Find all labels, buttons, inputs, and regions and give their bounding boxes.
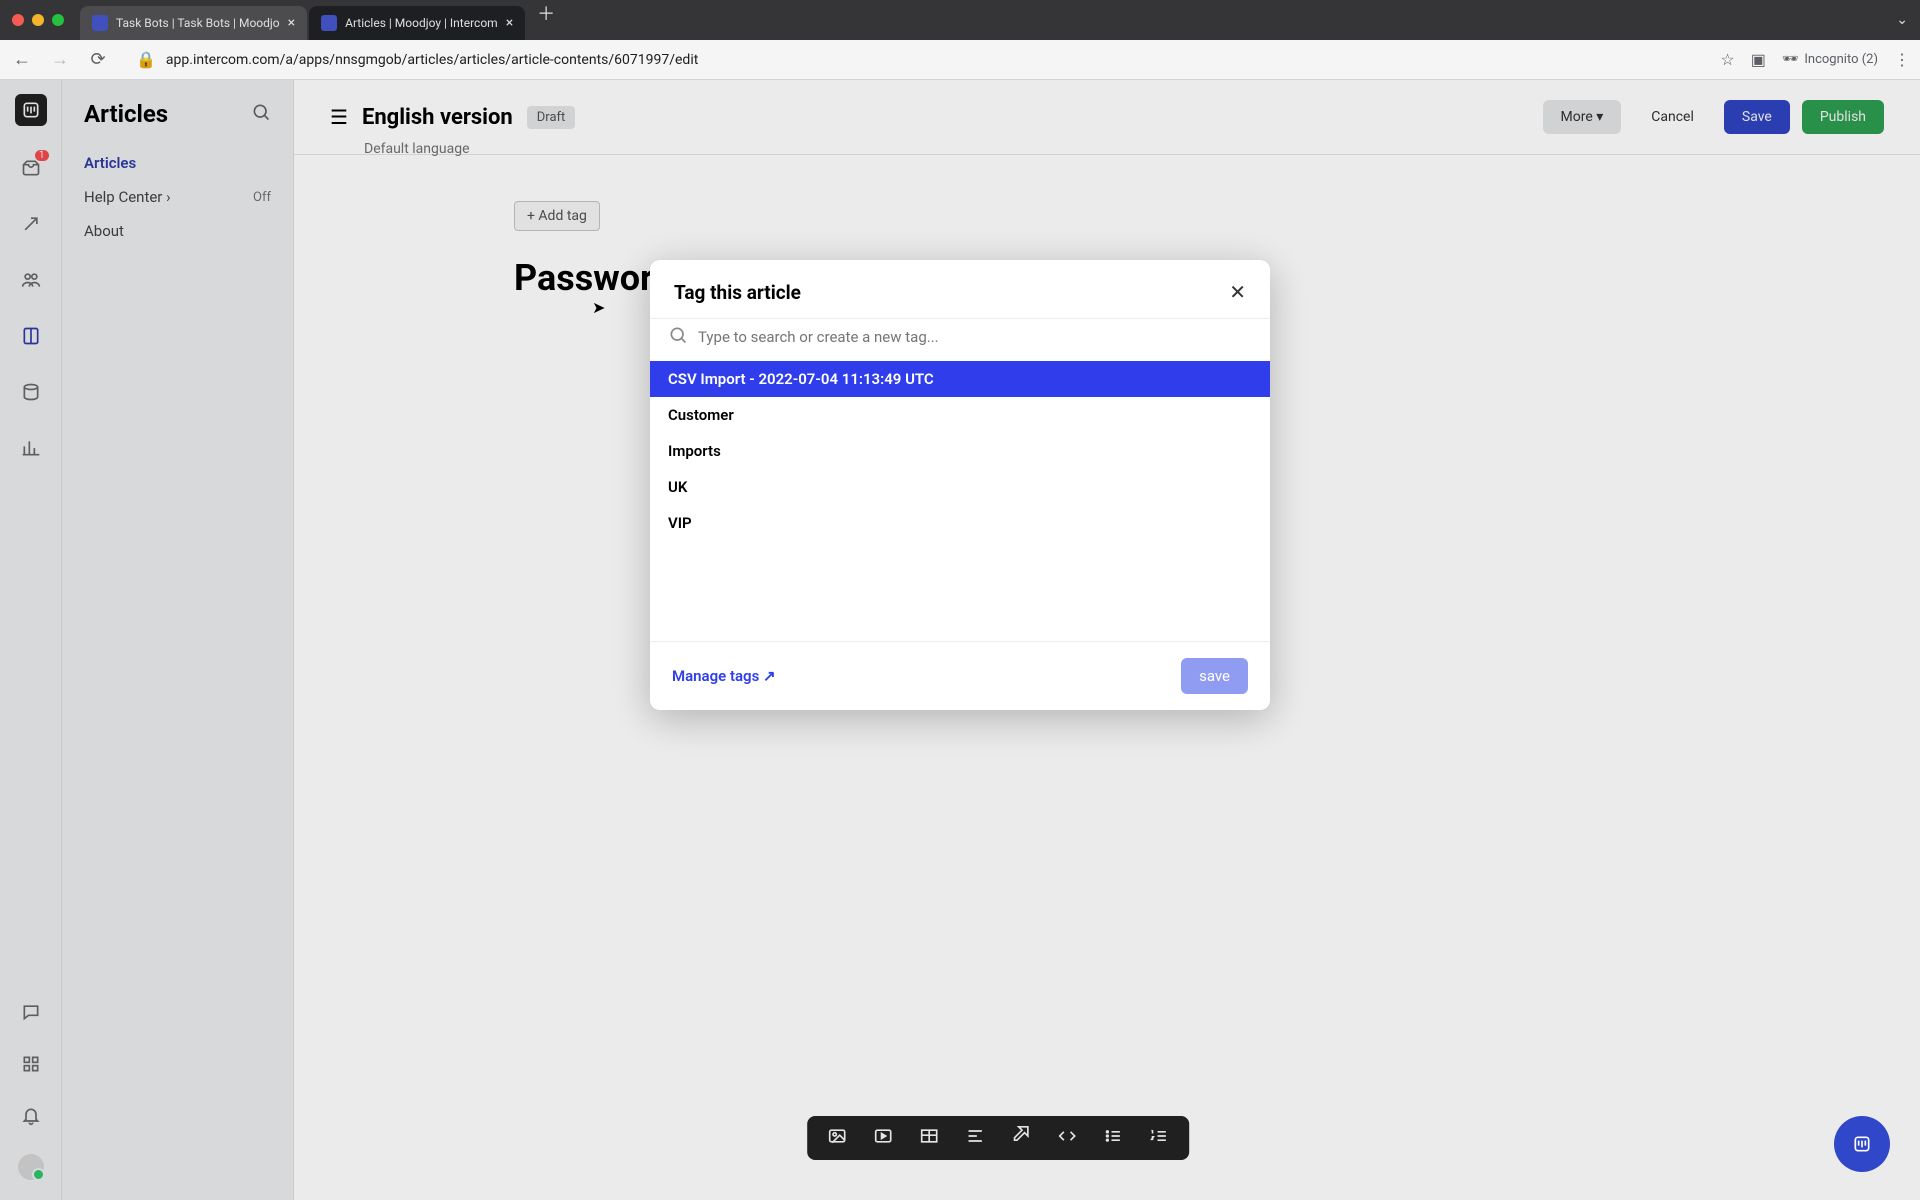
modal-overlay[interactable]: Tag this article ✕ CSV Import - 2022-07-…: [0, 0, 1920, 1200]
close-icon[interactable]: ✕: [1229, 280, 1246, 304]
tag-option[interactable]: UK: [650, 469, 1270, 505]
tag-option[interactable]: CSV Import - 2022-07-04 11:13:49 UTC: [650, 361, 1270, 397]
search-icon: [668, 325, 688, 349]
tag-option[interactable]: Customer: [650, 397, 1270, 433]
modal-search: [650, 318, 1270, 361]
tag-option[interactable]: VIP: [650, 505, 1270, 541]
modal-title: Tag this article: [674, 281, 801, 304]
tag-option[interactable]: Imports: [650, 433, 1270, 469]
tag-modal: Tag this article ✕ CSV Import - 2022-07-…: [650, 260, 1270, 710]
modal-save-button[interactable]: save: [1181, 658, 1248, 694]
tag-search-input[interactable]: [698, 328, 1252, 346]
intercom-launcher[interactable]: [1834, 1116, 1890, 1172]
tag-list: CSV Import - 2022-07-04 11:13:49 UTC Cus…: [650, 361, 1270, 641]
manage-tags-link[interactable]: Manage tags ↗: [672, 667, 776, 685]
